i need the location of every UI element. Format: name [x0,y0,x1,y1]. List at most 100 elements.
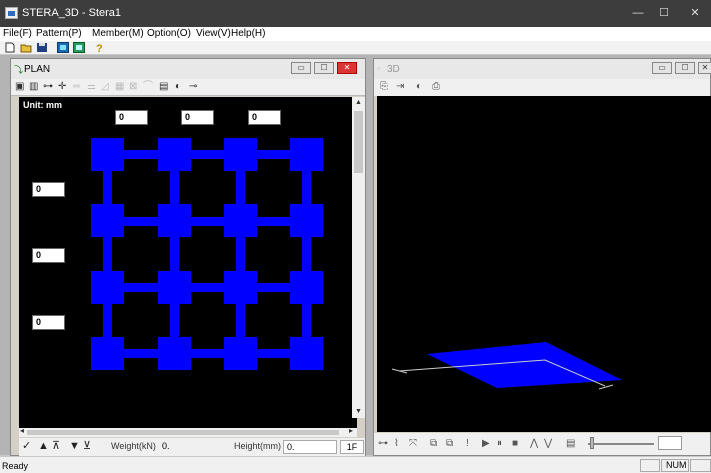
time-slider[interactable] [588,443,654,445]
column[interactable] [224,337,257,370]
plan-maximize-button[interactable]: ☐ [314,62,334,74]
floor-down-icon[interactable]: ▼ [69,440,80,453]
column[interactable] [158,138,191,171]
scroll-down-icon[interactable]: ▼ [352,406,365,418]
speed-up-icon[interactable]: ⋀ [530,438,538,449]
contrast-icon[interactable]: ◐ [175,81,181,93]
column-icon[interactable]: ▥ [29,81,38,93]
pause-icon[interactable]: ⏸ [497,438,502,449]
status-num: NUM [661,459,689,472]
height-field[interactable]: 0. [283,440,337,454]
3d-minimize-button[interactable]: ▭ [652,62,672,74]
column[interactable] [224,271,257,304]
column[interactable] [224,138,257,171]
time-field[interactable] [658,436,682,450]
weight-field[interactable]: 0. [159,440,215,454]
column[interactable] [290,138,323,171]
scroll-right-icon[interactable]: ▸ [349,426,353,435]
floor-up-icon[interactable]: ▲ [38,440,49,453]
menu-bar: File(F) Pattern(P) Member(M) Option(O) V… [0,27,711,41]
column[interactable] [158,271,191,304]
menu-member[interactable]: Member(M) [92,28,144,39]
mass-icon[interactable]: ⇥ [396,81,404,92]
plan-grid [91,138,323,370]
plan-minimize-button[interactable]: ▭ [291,62,311,74]
view-icon[interactable] [57,42,69,53]
status-bar: Ready NUM [0,456,711,473]
exclamation-icon[interactable]: ! [466,438,469,449]
horizontal-scroll-thumb[interactable] [27,430,339,435]
plan-horizontal-scrollbar[interactable]: ◂ ▸ [19,426,357,437]
menu-file[interactable]: File(F) [3,28,32,39]
table-icon[interactable]: ▤ [159,81,168,93]
view-icon[interactable]: ⧉ [430,438,437,449]
select-icon[interactable]: ▣ [15,81,24,93]
speed-down-icon[interactable]: ⋁ [544,438,552,449]
axes-icon[interactable]: ⌇ [394,438,399,449]
help-icon[interactable]: ? [93,42,105,53]
spring-icon[interactable]: ⚌ [87,81,96,93]
export-icon[interactable]: ⎘ [380,81,388,92]
stop-icon[interactable]: ■ [512,438,518,449]
table-icon[interactable]: ▤ [566,438,575,449]
menu-option[interactable]: Option(O) [147,28,191,39]
floor-top-icon[interactable]: ⊼ [52,440,60,453]
plan-window: ⤵ PLAN ▭ ☐ ✕ ▣ ▥ ⊶ ✛ ═ ⚌ ◿ ▦ ⊠ ⌒ ▤ ◐ ⊸ U… [10,58,366,456]
print-icon[interactable]: ⎙ [432,81,440,92]
plan-close-button[interactable]: ✕ [337,62,357,74]
status-text: Ready [2,461,29,471]
open-icon[interactable] [20,42,32,53]
plan-canvas[interactable]: Unit: mm 0 0 0 0 0 0 [19,97,357,428]
column[interactable] [158,337,191,370]
plan-toolbar: ▣ ▥ ⊶ ✛ ═ ⚌ ◿ ▦ ⊠ ⌒ ▤ ◐ ⊸ [11,79,365,96]
node-icon[interactable]: ✛ [58,81,66,93]
axis-tick [598,384,614,390]
wall-icon[interactable]: ▦ [115,81,124,93]
minimize-button[interactable]: — [626,4,650,22]
column[interactable] [91,271,124,304]
damper-icon[interactable]: ⌒ [143,81,153,93]
3d-canvas[interactable] [377,96,711,432]
line-icon[interactable]: ═ [73,81,80,93]
floor-field[interactable]: 1F [340,440,364,454]
app-icon [5,7,18,19]
slab-icon[interactable]: ⊠ [129,81,137,93]
save-icon[interactable] [36,42,48,53]
column[interactable] [290,271,323,304]
copy-icon[interactable]: ⧉ [446,438,453,449]
window-title: STERA_3D - Stera1 [22,7,122,19]
column[interactable] [158,204,191,237]
maximize-button[interactable]: ☐ [652,4,676,22]
column[interactable] [290,204,323,237]
menu-view[interactable]: View(V) [196,28,231,39]
3d-close-button[interactable]: ✕ [698,62,711,74]
play-icon[interactable]: ▶ [482,438,490,449]
time-slider-thumb[interactable] [590,437,594,449]
plan-vertical-scrollbar[interactable]: ▲ ▼ [352,97,365,418]
close-button[interactable]: ✕ [683,4,707,22]
column[interactable] [290,337,323,370]
column[interactable] [91,138,124,171]
floor-bottom-icon[interactable]: ⊻ [83,440,91,453]
beam-icon[interactable]: ⊶ [43,81,53,93]
weight-label: Weight(kN) [111,441,156,451]
column[interactable] [91,204,124,237]
move-icon[interactable]: ⊸ [189,81,197,93]
scroll-left-icon[interactable]: ◂ [20,426,24,435]
link-icon[interactable]: ⊶ [378,438,388,449]
contrast-icon[interactable]: ◐ [416,81,422,92]
3d-window: ▫ 3D ▭ ☐ ✕ ⎘ ⇥ ◐ ⎙ ⊶ ⌇ ⤧ ⧉ ⧉ ! ▶ ⏸ ■ ⋀ ⋁… [373,58,711,456]
screen-icon[interactable] [73,42,85,53]
height-label: Height(mm) [234,441,282,451]
3d-maximize-button[interactable]: ☐ [675,62,695,74]
menu-help[interactable]: Help(H) [231,28,265,39]
column[interactable] [224,204,257,237]
vertical-scroll-thumb[interactable] [354,111,363,173]
column[interactable] [91,337,124,370]
brace-icon[interactable]: ◿ [101,81,109,93]
checkmark-icon[interactable]: ✓ [22,440,31,453]
scroll-up-icon[interactable]: ▲ [352,97,365,109]
fit-icon[interactable]: ⤧ [409,438,417,449]
menu-pattern[interactable]: Pattern(P) [36,28,82,39]
new-icon[interactable] [4,42,16,53]
